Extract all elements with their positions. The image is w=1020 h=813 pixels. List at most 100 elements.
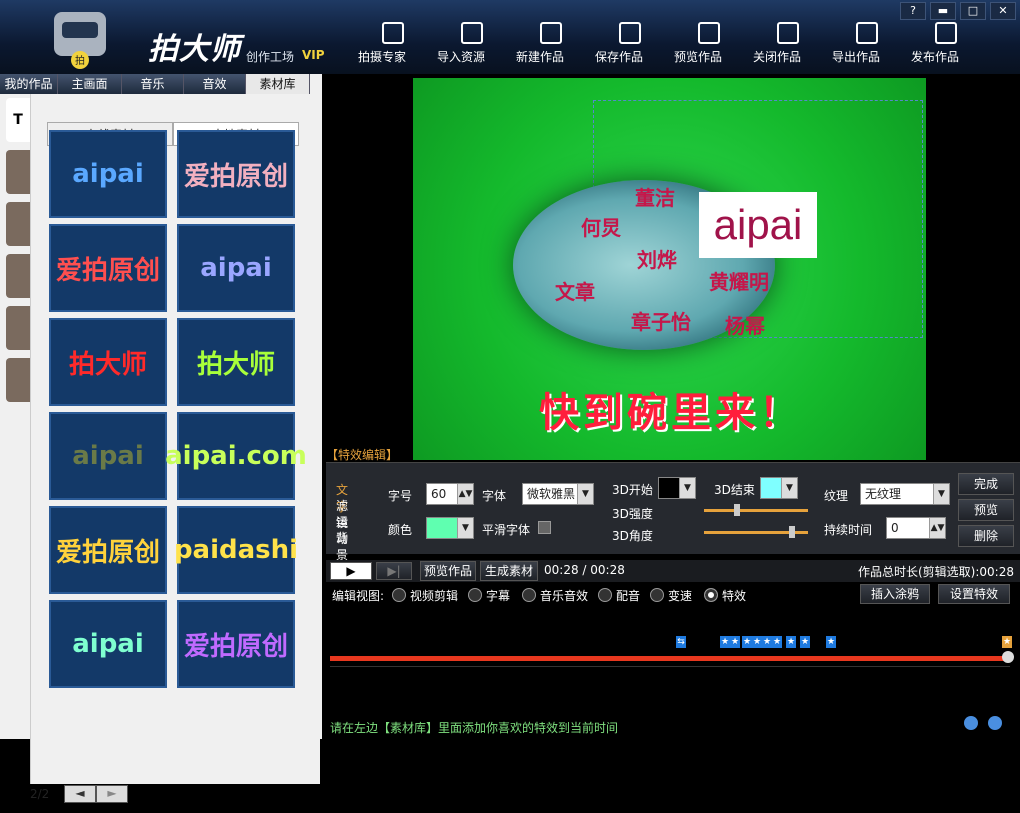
toolbar-button-1[interactable]: 导入资源 [437, 22, 507, 70]
asset-tile[interactable]: 爱拍原创 [49, 506, 167, 594]
help-icon[interactable]: ? [900, 2, 926, 20]
asset-tile[interactable]: 拍大师 [49, 318, 167, 406]
video-preview[interactable]: aipai 董洁 何炅 刘烨 文章 黄耀明 章子怡 杨幂 快到碗里来！ [413, 78, 926, 460]
tab-1[interactable]: 主画面 [58, 74, 122, 94]
toolbar-button-0[interactable]: 拍摄专家 [358, 22, 428, 70]
preview-work-button[interactable]: 预览作品 [420, 561, 476, 581]
asset-tile[interactable]: 爱拍原创 [49, 224, 167, 312]
library-area: 在线素材 本地素材 aipai爱拍原创爱拍原创aipai拍大师拍大师aipaia… [30, 94, 320, 784]
radio-1[interactable] [468, 588, 482, 602]
motion-tab-icon[interactable] [6, 202, 30, 246]
asset-tile[interactable]: 爱拍原创 [177, 600, 295, 688]
delete-button[interactable]: 删除 [958, 525, 1014, 547]
angle3d-handle[interactable] [789, 526, 795, 538]
asset-tile[interactable]: aipai [49, 130, 167, 218]
background-tab-icon[interactable] [6, 358, 30, 402]
duration-input[interactable]: 0 ▲▼ [886, 517, 946, 539]
start3d-color-picker[interactable]: ▼ [658, 477, 696, 499]
eye-icon [698, 22, 720, 44]
close-icon[interactable]: ✕ [990, 2, 1016, 20]
radio-label-2: 音乐音效 [540, 589, 589, 603]
text-tab-icon[interactable]: T [6, 98, 30, 142]
title-bar: 拍 拍大师 创作工场 VIP ? ▬ □ ✕ 拍摄专家 导入资源 新建作品 保存作品 预览作品… [0, 0, 1020, 74]
zoom-out-icon[interactable] [988, 716, 1002, 730]
maximize-icon[interactable]: □ [960, 2, 986, 20]
toolbar-button-3[interactable]: 保存作品 [595, 22, 665, 70]
overlay-text[interactable]: aipai [699, 192, 817, 258]
strength3d-handle[interactable] [734, 504, 740, 516]
image-tab-icon[interactable] [6, 254, 30, 298]
zoom-in-icon[interactable] [964, 716, 978, 730]
timeline[interactable]: ⇆ ★ ★ ★ ★ ★ ★ ★ ★ ★ ★ [326, 608, 1020, 714]
name-label: 文章 [555, 280, 595, 304]
strength3d-slider[interactable] [704, 504, 808, 516]
font-label: 字体 [482, 489, 507, 503]
playhead[interactable] [1002, 651, 1014, 663]
tab-0[interactable]: 我的作品 [0, 74, 58, 94]
toolbar-button-7[interactable]: 发布作品 [911, 22, 981, 70]
toolbar-button-6[interactable]: 导出作品 [832, 22, 902, 70]
set-fx-button[interactable]: 设置特效 [938, 584, 1010, 604]
fx-marker[interactable]: ★ [752, 636, 762, 648]
asset-tile[interactable]: aipai [49, 600, 167, 688]
toolbar-label: 导出作品 [832, 50, 881, 64]
headline-text: 快到碗里来！ [539, 390, 803, 436]
asset-tile[interactable]: aipai.com [165, 412, 307, 500]
toolbar-button-5[interactable]: 关闭作品 [753, 22, 823, 70]
timeline-track[interactable] [330, 656, 1010, 661]
insert-doodle-button[interactable]: 插入涂鸦 [860, 584, 930, 604]
name-label: 章子怡 [631, 310, 691, 334]
filter-tab-icon[interactable] [6, 150, 30, 194]
asset-tile[interactable]: aipai [177, 224, 295, 312]
fx-marker[interactable]: ★ [720, 636, 730, 648]
minimize-icon[interactable]: ▬ [930, 2, 956, 20]
vip-badge: VIP [302, 48, 325, 62]
fx-marker[interactable]: ★ [1002, 636, 1012, 648]
fx-marker[interactable]: ★ [826, 636, 836, 648]
radio-5[interactable] [704, 588, 718, 602]
smooth-font-checkbox[interactable] [538, 521, 551, 534]
next-frame-button[interactable]: ▶| [376, 562, 412, 580]
done-button[interactable]: 完成 [958, 473, 1014, 495]
fx-marker[interactable]: ★ [762, 636, 772, 648]
font-select[interactable]: 微软雅黑 ▼ [522, 483, 594, 505]
radio-2[interactable] [522, 588, 536, 602]
close-file-icon [777, 22, 799, 44]
color-picker[interactable]: ▼ [426, 517, 474, 539]
radio-4[interactable] [650, 588, 664, 602]
asset-tile[interactable]: paidashi [174, 506, 298, 594]
fx-marker[interactable]: ★ [800, 636, 810, 648]
radio-label-5: 特效 [722, 589, 747, 603]
asset-tile[interactable]: 拍大师 [177, 318, 295, 406]
toolbar-button-4[interactable]: 预览作品 [674, 22, 744, 70]
fx-marker[interactable]: ★ [742, 636, 752, 648]
texture-select[interactable]: 无纹理 ▼ [860, 483, 950, 505]
radio-0[interactable] [392, 588, 406, 602]
tab-2[interactable]: 音乐 [122, 74, 184, 94]
fx-marker[interactable]: ★ [786, 636, 796, 648]
start3d-label: 3D开始 [612, 483, 653, 497]
fx-marker[interactable]: ⇆ [676, 636, 686, 648]
screen-tab-icon[interactable] [6, 306, 30, 350]
radio-3[interactable] [598, 588, 612, 602]
next-page-button[interactable]: ► [96, 785, 128, 803]
asset-tile[interactable]: aipai [49, 412, 167, 500]
angle3d-slider[interactable] [704, 526, 808, 538]
svg-text:拍: 拍 [75, 54, 85, 67]
end3d-color-picker[interactable]: ▼ [760, 477, 798, 499]
toolbar-button-2[interactable]: 新建作品 [516, 22, 586, 70]
toolbar-label: 保存作品 [595, 50, 644, 64]
fx-marker[interactable]: ★ [772, 636, 782, 648]
font-size-input[interactable]: 60 ▲▼ [426, 483, 474, 505]
prev-page-button[interactable]: ◄ [64, 785, 96, 803]
tab-4[interactable]: 素材库 [246, 74, 310, 94]
generate-asset-button[interactable]: 生成素材 [480, 561, 538, 581]
fx-marker[interactable]: ★ [730, 636, 740, 648]
tab-3[interactable]: 音效 [184, 74, 246, 94]
edit-view-bar: 编辑视图: 视频剪辑 字幕 音乐音效 配音 变速 特效 插入涂鸦 设置特效 [326, 584, 1020, 606]
asset-tile[interactable]: 爱拍原创 [177, 130, 295, 218]
toolbar-label: 拍摄专家 [358, 50, 407, 64]
fx-category-3[interactable]: 背景 [336, 529, 348, 563]
fx-preview-button[interactable]: 预览 [958, 499, 1014, 521]
play-button[interactable]: ▶ [330, 562, 372, 580]
